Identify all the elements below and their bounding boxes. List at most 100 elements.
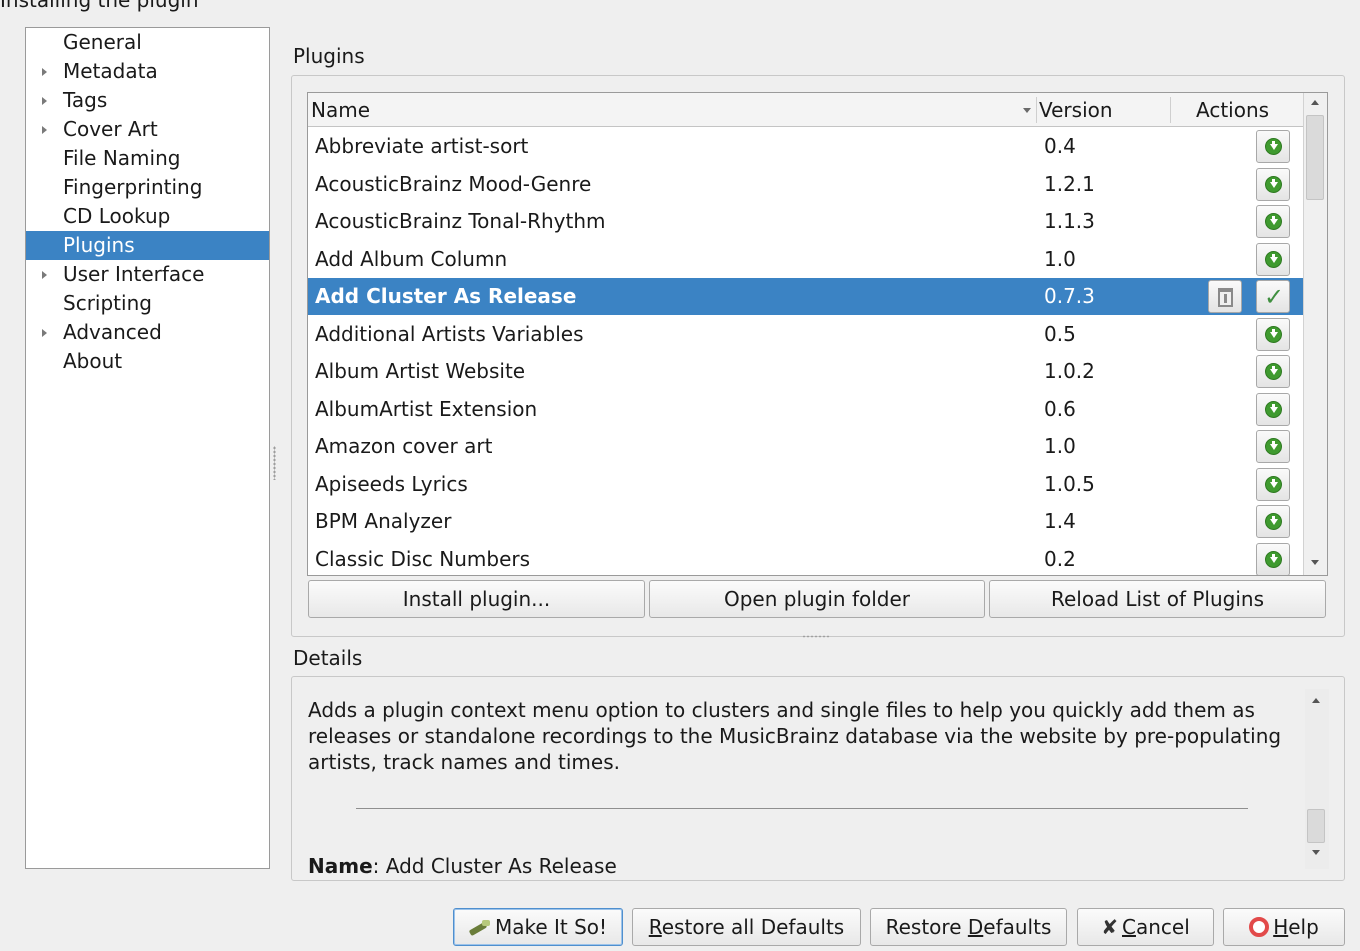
uninstall-plugin-button[interactable] — [1208, 280, 1242, 313]
expand-arrow-icon[interactable] — [40, 318, 50, 347]
plugin-version-cell: 1.0.2 — [1044, 359, 1095, 383]
scroll-down-icon[interactable] — [1304, 553, 1327, 573]
sidebar-item-general[interactable]: General — [26, 28, 269, 57]
expand-arrow-icon[interactable] — [40, 86, 50, 115]
table-header: Name Version Actions — [308, 93, 1303, 127]
plugins-scrollbar[interactable] — [1303, 93, 1327, 575]
plugin-name-cell: AcousticBrainz Tonal-Rhythm — [315, 209, 606, 233]
install-plugin-row-button[interactable] — [1256, 205, 1290, 238]
install-plugin-row-button[interactable] — [1256, 542, 1290, 575]
plugin-version-cell: 0.7.3 — [1044, 284, 1095, 308]
column-header-actions[interactable]: Actions — [1196, 93, 1269, 127]
sidebar-item-label: Fingerprinting — [63, 175, 203, 199]
sidebar-item-user-interface[interactable]: User Interface — [26, 260, 269, 289]
install-plugin-row-button[interactable] — [1256, 317, 1290, 351]
sidebar-item-label: Scripting — [63, 291, 152, 315]
scroll-thumb[interactable] — [1306, 115, 1324, 200]
scroll-up-icon[interactable] — [1305, 691, 1329, 711]
sidebar-item-scripting[interactable]: Scripting — [26, 289, 269, 318]
sidebar-item-tags[interactable]: Tags — [26, 86, 269, 115]
sidebar-item-fingerprinting[interactable]: Fingerprinting — [26, 173, 269, 202]
plugin-version-cell: 1.0.5 — [1044, 471, 1095, 496]
details-panel: Adds a plugin context menu option to clu… — [291, 676, 1345, 881]
table-row[interactable]: Add Cluster As Release 0.7.3 ✓ — [308, 278, 1303, 315]
make-it-so-button[interactable]: Make It So! — [453, 908, 623, 946]
group-splitter-handle[interactable] — [802, 635, 830, 638]
btn-mnemonic: D — [967, 915, 984, 939]
install-plugin-row-button[interactable] — [1256, 167, 1290, 201]
install-plugin-row-button[interactable] — [1256, 392, 1290, 426]
scroll-up-icon[interactable] — [1304, 93, 1327, 113]
reload-plugins-button[interactable]: Reload List of Plugins — [989, 580, 1326, 618]
plugin-version-cell: 0.6 — [1044, 396, 1076, 421]
help-button[interactable]: Help — [1223, 908, 1345, 946]
download-icon — [1265, 325, 1282, 343]
table-row[interactable]: AcousticBrainz Mood-Genre 1.2.1 — [308, 166, 1303, 203]
plugin-name-cell: Abbreviate artist-sort — [315, 134, 529, 158]
table-row[interactable]: Amazon cover art 1.0 — [308, 428, 1303, 465]
trash-icon — [1218, 288, 1233, 307]
details-group-title: Details — [293, 646, 363, 670]
window-caption: Installing the plugin — [0, 0, 199, 12]
install-plugin-row-button[interactable] — [1256, 355, 1290, 388]
install-plugin-row-button[interactable] — [1256, 242, 1290, 276]
sidebar-item-cd-lookup[interactable]: CD Lookup — [26, 202, 269, 231]
table-row[interactable]: Album Artist Website 1.0.2 — [308, 353, 1303, 390]
sidebar-item-advanced[interactable]: Advanced — [26, 318, 269, 347]
install-plugin-row-button[interactable] — [1256, 505, 1290, 538]
restore-all-defaults-button[interactable]: Restore all Defaults — [632, 908, 861, 946]
scroll-down-icon[interactable] — [1305, 843, 1329, 863]
sidebar-item-file-naming[interactable]: File Naming — [26, 144, 269, 173]
table-row[interactable]: Apiseeds Lyrics 1.0.5 — [308, 466, 1303, 503]
sidebar-item-cover-art[interactable]: Cover Art — [26, 115, 269, 144]
scroll-thumb[interactable] — [1307, 809, 1325, 843]
table-row[interactable]: Abbreviate artist-sort 0.4 — [308, 128, 1303, 165]
sidebar-item-about[interactable]: About — [26, 347, 269, 376]
sort-descending-icon — [1023, 108, 1031, 113]
sidebar-item-plugins[interactable]: Plugins — [26, 231, 269, 260]
expand-arrow-icon[interactable] — [40, 115, 50, 144]
sidebar-item-label: File Naming — [63, 146, 181, 170]
plugin-name-cell: Album Artist Website — [315, 359, 526, 383]
table-row[interactable]: Add Album Column 1.0 — [308, 241, 1303, 278]
details-scrollbar[interactable] — [1305, 689, 1329, 869]
install-plugin-row-button[interactable] — [1256, 430, 1290, 463]
splitter-handle[interactable] — [273, 446, 276, 480]
download-icon — [1265, 138, 1282, 155]
table-row[interactable]: Classic Disc Numbers 0.2 — [308, 541, 1303, 575]
sidebar-item-label: Plugins — [63, 233, 135, 257]
sidebar-item-metadata[interactable]: Metadata — [26, 57, 269, 86]
plugin-name-cell: Add Cluster As Release — [315, 284, 577, 308]
plugin-version-cell: 1.0 — [1044, 246, 1076, 271]
install-plugin-row-button[interactable] — [1256, 130, 1290, 163]
plugin-version-cell: 0.5 — [1044, 321, 1076, 346]
table-row[interactable]: BPM Analyzer 1.4 — [308, 503, 1303, 540]
btn-text-post: efaults — [983, 915, 1052, 939]
plugin-name-cell: Add Album Column — [315, 246, 508, 271]
plugin-version-cell: 1.1.3 — [1044, 209, 1095, 233]
sidebar-item-label: Metadata — [63, 59, 158, 83]
plugin-description: Adds a plugin context menu option to clu… — [308, 698, 1282, 774]
table-row[interactable]: AlbumArtist Extension 0.6 — [308, 391, 1303, 428]
download-icon — [1265, 513, 1282, 530]
install-plugin-row-button[interactable] — [1256, 467, 1290, 501]
plugins-table: Name Version Actions Abbreviate artist-s… — [307, 92, 1328, 576]
cancel-button[interactable]: ✘ Cancel — [1077, 908, 1214, 946]
plugins-table-body: Abbreviate artist-sort 0.4 AcousticBrainz … — [308, 128, 1303, 575]
open-plugin-folder-button[interactable]: Open plugin folder — [649, 580, 985, 618]
sidebar-item-label: Cover Art — [63, 117, 158, 141]
restore-defaults-button[interactable]: Restore Defaults — [870, 908, 1067, 946]
btn-mnemonic: H — [1273, 915, 1289, 939]
download-icon — [1265, 438, 1282, 455]
expand-arrow-icon[interactable] — [40, 260, 50, 289]
download-icon — [1265, 175, 1282, 193]
column-header-version[interactable]: Version — [1039, 93, 1113, 127]
expand-arrow-icon[interactable] — [40, 57, 50, 86]
table-row[interactable]: AcousticBrainz Tonal-Rhythm 1.1.3 — [308, 203, 1303, 240]
plugin-version-cell: 0.4 — [1044, 134, 1076, 158]
table-row[interactable]: Additional Artists Variables 0.5 — [308, 316, 1303, 353]
help-lifebuoy-icon — [1249, 917, 1270, 937]
column-header-name[interactable]: Name — [311, 93, 370, 127]
plugin-enabled-button[interactable]: ✓ — [1256, 280, 1290, 313]
install-plugin-button[interactable]: Install plugin... — [308, 580, 645, 618]
